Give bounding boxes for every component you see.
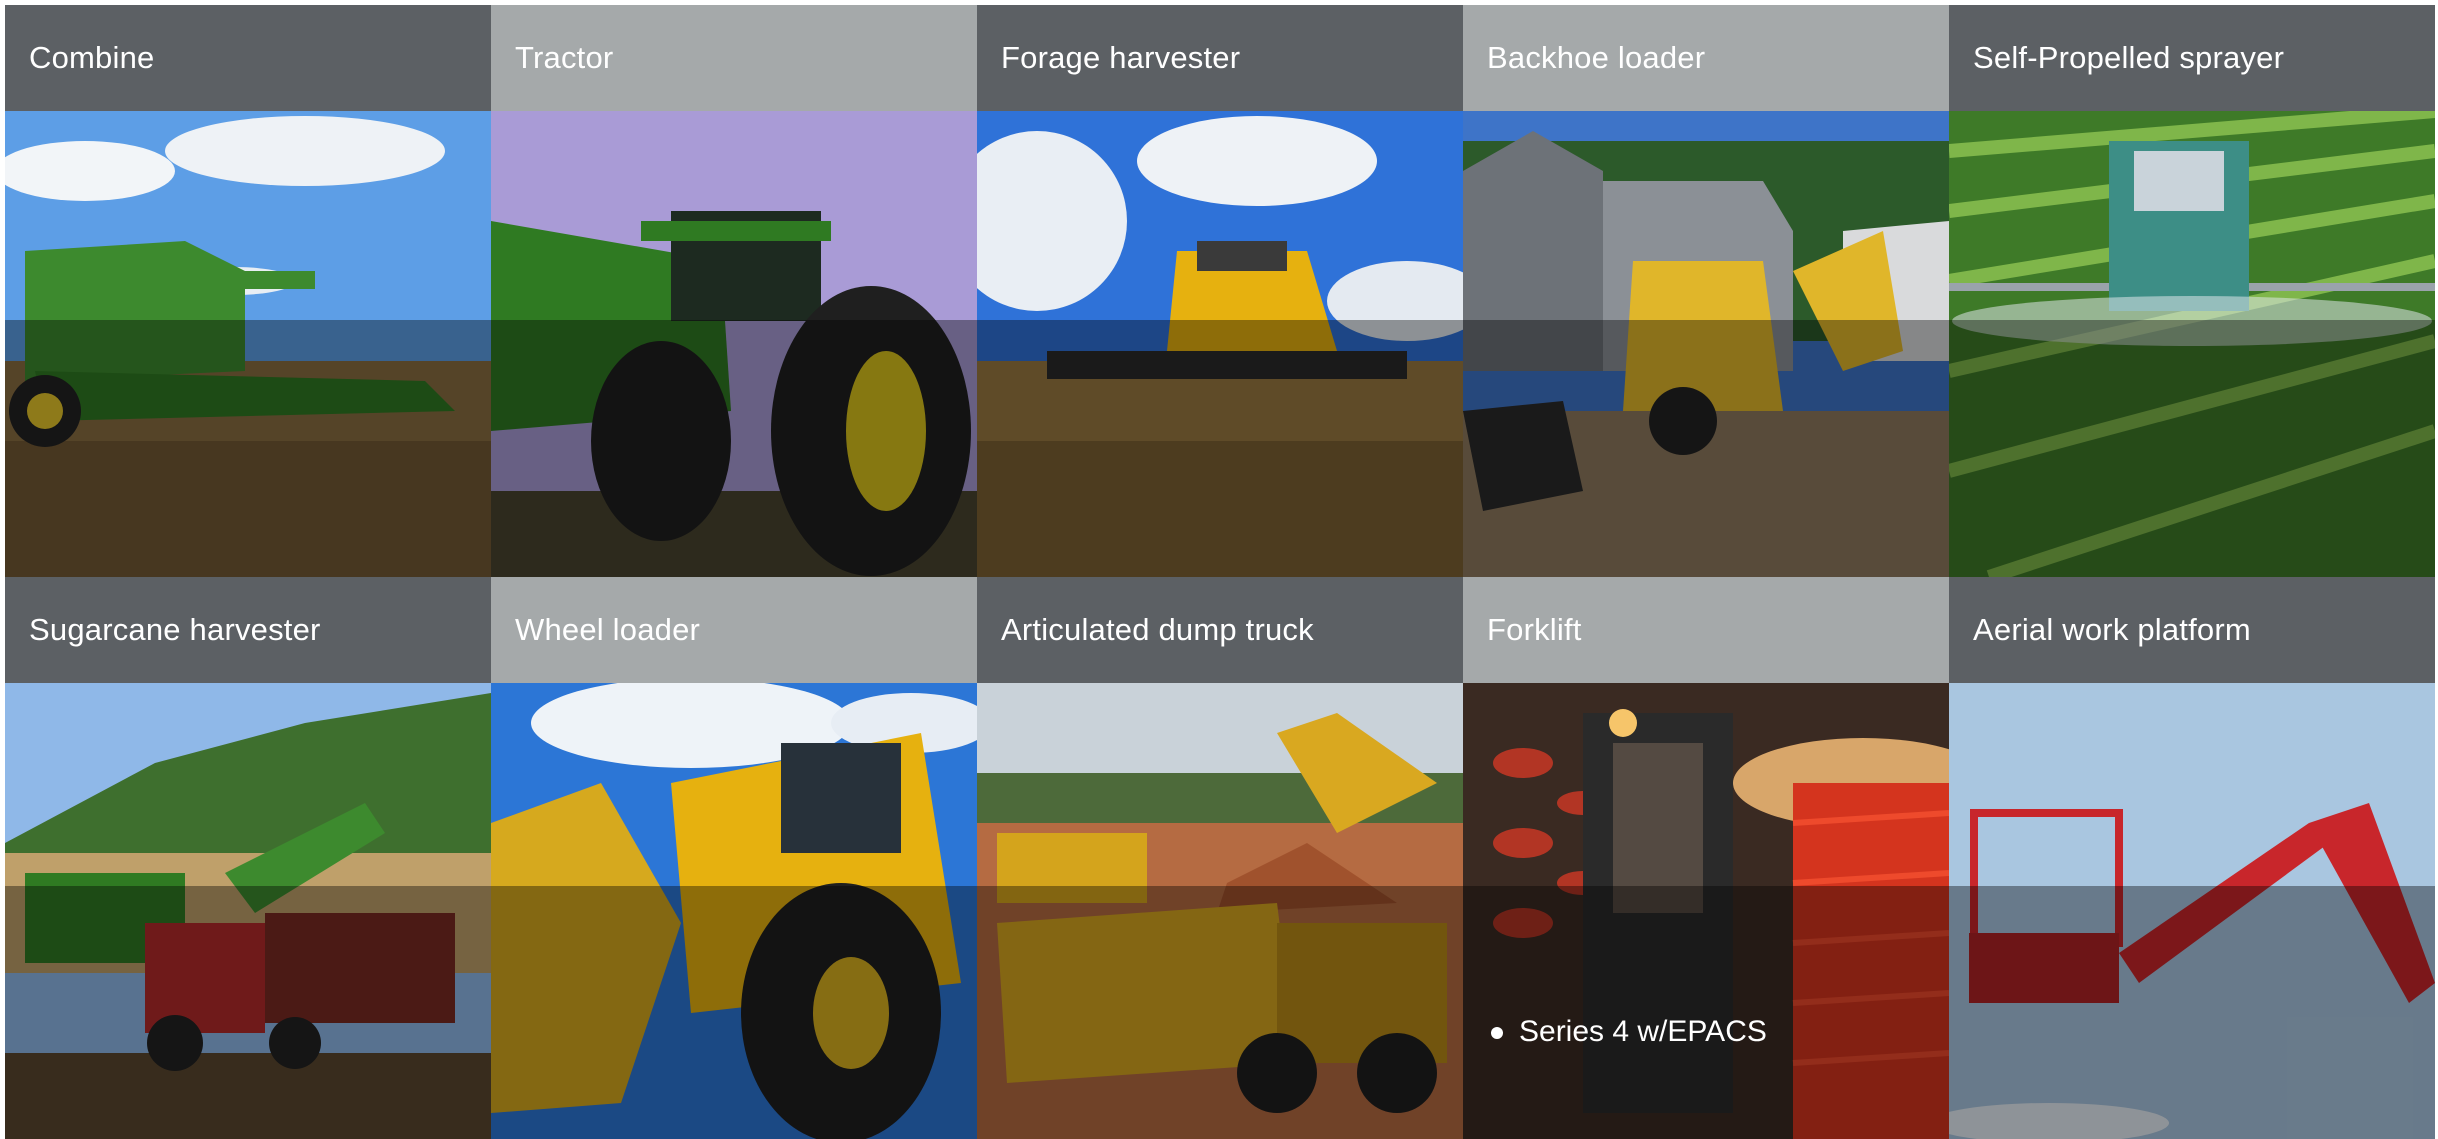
forklift-image bbox=[1463, 683, 1949, 1139]
forage-harvester-image bbox=[977, 111, 1463, 577]
tile-forklift[interactable]: Forklift Series 4 w/EPACS bbox=[1463, 577, 1949, 1139]
tile-tractor[interactable]: Tractor bbox=[491, 5, 977, 577]
sugarcane-harvester-image bbox=[5, 683, 491, 1139]
tile-title: Articulated dump truck bbox=[977, 577, 1463, 683]
tile-aerial-work-platform[interactable]: Aerial work platform bbox=[1949, 577, 2435, 1139]
tile-sugarcane-harvester[interactable]: Sugarcane harvester bbox=[5, 577, 491, 1139]
tile-backhoe-loader[interactable]: Backhoe loader bbox=[1463, 5, 1949, 577]
tile-title: Wheel loader bbox=[491, 577, 977, 683]
sprayer-image bbox=[1949, 111, 2435, 577]
tile-title: Tractor bbox=[491, 5, 977, 111]
tile-articulated-dump-truck[interactable]: Articulated dump truck bbox=[977, 577, 1463, 1139]
tile-title: Forage harvester bbox=[977, 5, 1463, 111]
forklift-bullet-list: Series 4 w/EPACS bbox=[1489, 1015, 1767, 1049]
tile-title: Sugarcane harvester bbox=[5, 577, 491, 683]
dump-truck-image bbox=[977, 683, 1463, 1139]
tile-title: Combine bbox=[5, 5, 491, 111]
tile-title: Backhoe loader bbox=[1463, 5, 1949, 111]
tractor-image bbox=[491, 111, 977, 577]
tile-self-propelled-sprayer[interactable]: Self-Propelled sprayer bbox=[1949, 5, 2435, 577]
equipment-grid: Combine Tractor Forage harvester Backhoe… bbox=[5, 5, 2437, 1139]
tile-combine[interactable]: Combine bbox=[5, 5, 491, 577]
tile-title: Self-Propelled sprayer bbox=[1949, 5, 2435, 111]
wheel-loader-image bbox=[491, 683, 977, 1139]
tile-title: Aerial work platform bbox=[1949, 577, 2435, 683]
backhoe-loader-image bbox=[1463, 111, 1949, 577]
tile-title: Forklift bbox=[1463, 577, 1949, 683]
tile-forage-harvester[interactable]: Forage harvester bbox=[977, 5, 1463, 577]
combine-image bbox=[5, 111, 491, 577]
aerial-platform-image bbox=[1949, 683, 2435, 1139]
bullet-item: Series 4 w/EPACS bbox=[1489, 1015, 1767, 1049]
tile-wheel-loader[interactable]: Wheel loader bbox=[491, 577, 977, 1139]
